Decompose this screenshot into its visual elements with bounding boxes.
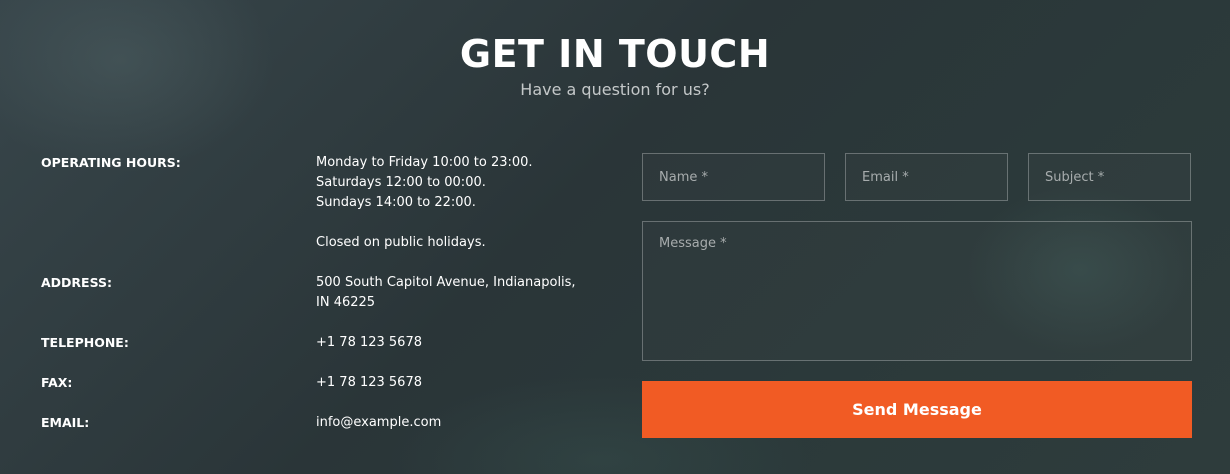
email-field[interactable]: [845, 153, 1008, 201]
info-row-hours: OPERATING HOURS: Monday to Friday 10:00 …: [41, 153, 601, 253]
email-value: info@example.com: [316, 415, 442, 430]
fax-value: +1 78 123 5678: [316, 375, 422, 390]
contact-header: GET IN TOUCH Have a question for us?: [0, 30, 1230, 100]
contact-info: OPERATING HOURS: Monday to Friday 10:00 …: [41, 153, 601, 453]
hours-line-weekdays: Monday to Friday 10:00 to 23:00.: [316, 155, 533, 170]
hours-label: OPERATING HOURS:: [41, 155, 181, 170]
address-line-1: 500 South Capitol Avenue, Indianapolis,: [316, 275, 576, 290]
subject-field[interactable]: [1028, 153, 1191, 201]
address-value: 500 South Capitol Avenue, Indianapolis, …: [316, 273, 586, 313]
telephone-label: TELEPHONE:: [41, 335, 129, 350]
info-row-email: EMAIL: info@example.com: [41, 413, 601, 433]
address-line-2: IN 46225: [316, 295, 376, 310]
info-row-telephone: TELEPHONE: +1 78 123 5678: [41, 333, 601, 353]
email-label: EMAIL:: [41, 415, 90, 430]
fax-label: FAX:: [41, 375, 73, 390]
send-message-button[interactable]: Send Message: [642, 381, 1192, 438]
message-field[interactable]: [642, 221, 1192, 361]
hours-value: Monday to Friday 10:00 to 23:00. Saturda…: [316, 153, 586, 253]
page-title: GET IN TOUCH: [459, 32, 771, 76]
hours-line-sundays: Sundays 14:00 to 22:00.: [316, 195, 476, 210]
page-subtitle: Have a question for us?: [520, 80, 710, 99]
address-label: ADDRESS:: [41, 275, 113, 290]
info-row-address: ADDRESS: 500 South Capitol Avenue, India…: [41, 273, 601, 313]
telephone-value: +1 78 123 5678: [316, 335, 422, 350]
name-field[interactable]: [642, 153, 825, 201]
info-row-fax: FAX: +1 78 123 5678: [41, 373, 601, 393]
hours-line-saturdays: Saturdays 12:00 to 00:00.: [316, 175, 486, 190]
hours-line-holidays: Closed on public holidays.: [316, 235, 486, 250]
